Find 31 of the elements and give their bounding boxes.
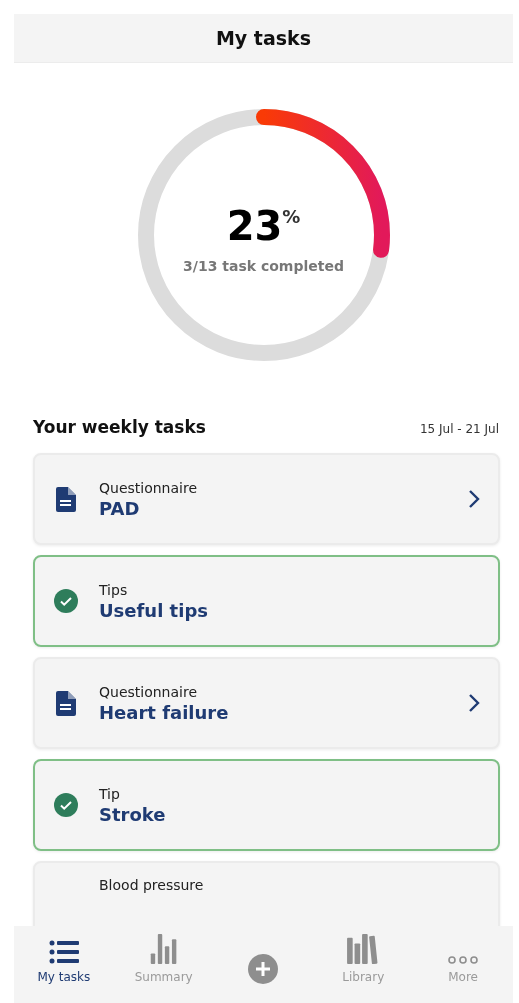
task-category: Questionnaire xyxy=(99,683,199,700)
task-title: PAD xyxy=(99,497,141,519)
section-title: Your weekly tasks xyxy=(33,417,206,437)
task-card[interactable]: Blood pressure xyxy=(33,861,500,926)
task-category: Blood pressure xyxy=(99,877,205,893)
task-card[interactable]: Tips Useful tips xyxy=(33,555,500,647)
tab-item[interactable]: My tasks xyxy=(14,934,114,984)
document-icon xyxy=(56,690,76,716)
task-card[interactable]: Tip Stroke xyxy=(33,759,500,851)
progress-caption: 3/13 task completed xyxy=(183,258,344,274)
more-icon xyxy=(448,956,479,964)
task-category: Tip xyxy=(99,785,121,802)
add-icon xyxy=(248,954,279,984)
task-category: Questionnaire xyxy=(99,479,199,496)
check-icon xyxy=(54,589,78,613)
bar-chart-icon xyxy=(148,934,179,964)
percent-value: 23 xyxy=(226,206,283,246)
page-title: My tasks xyxy=(215,27,312,49)
check-icon xyxy=(54,793,78,817)
date-range: 15 Jul - 21 Jul xyxy=(419,422,499,436)
chevron-right-icon xyxy=(468,489,480,509)
chevron-right-icon xyxy=(468,693,480,713)
percent-unit: % xyxy=(282,206,301,227)
task-title: Heart failure xyxy=(99,701,230,723)
task-title: Stroke xyxy=(99,803,167,825)
task-card[interactable]: Questionnaire Heart failure xyxy=(33,657,500,749)
task-category: Tips xyxy=(99,581,129,598)
task-title: Useful tips xyxy=(99,599,209,621)
document-icon xyxy=(56,486,76,512)
list-icon xyxy=(48,940,79,964)
task-card[interactable]: Questionnaire PAD xyxy=(33,453,500,545)
